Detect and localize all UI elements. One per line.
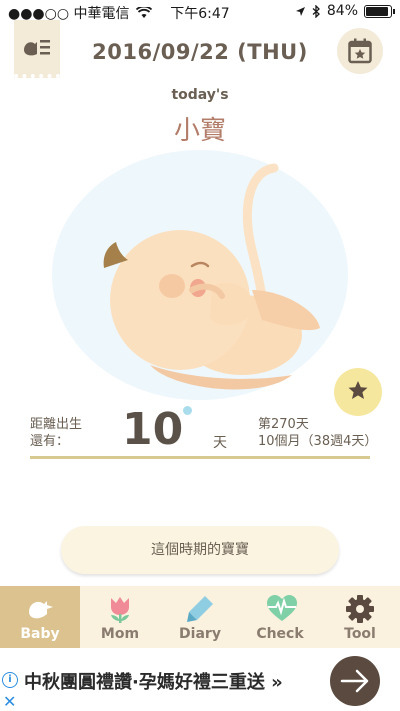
status-bar: ●●●○○ 中華電信 下午6:47 84%	[0, 0, 400, 24]
today-label: today's	[171, 87, 229, 103]
bird-icon	[29, 601, 53, 619]
tulip-icon	[111, 597, 129, 623]
tab-label-baby: Baby	[20, 626, 60, 642]
tab-label-check: Check	[256, 626, 304, 642]
battery-icon	[364, 4, 395, 18]
tab-diary[interactable]: Diary	[160, 586, 240, 648]
tab-baby[interactable]: Baby	[0, 586, 80, 648]
baby-name: 小寶	[173, 116, 226, 146]
tab-label-diary: Diary	[179, 626, 221, 642]
heartbeat-icon	[267, 595, 297, 621]
battery-percent: 84%	[326, 3, 358, 19]
decorative-dot	[183, 406, 192, 415]
ad-text[interactable]: 中秋團圓禮讚·孕媽好禮三重送 »	[24, 668, 283, 694]
calendar-button[interactable]	[337, 28, 383, 74]
ad-arrow-button[interactable]	[330, 656, 380, 706]
bluetooth-icon	[312, 4, 320, 18]
pencil-icon	[187, 596, 213, 622]
favorite-button[interactable]	[334, 368, 382, 416]
divider	[30, 456, 370, 459]
info-icon[interactable]: i	[2, 672, 18, 688]
countdown-label-line2: 還有：	[30, 434, 70, 449]
countdown-label: 距離出生 還有：	[30, 416, 82, 450]
this-period-baby-button[interactable]: 這個時期的寶寶	[61, 526, 339, 574]
days-remaining: 10	[122, 404, 184, 455]
fetus-illustration	[103, 163, 320, 390]
star-icon	[348, 381, 368, 399]
pregnancy-progress: 第270天 10個月（38週4天）	[258, 416, 377, 450]
location-arrow-icon	[295, 6, 305, 16]
close-icon[interactable]: ✕	[3, 692, 16, 711]
tab-label-mom: Mom	[100, 626, 140, 642]
pregnancy-month-week: 10個月（38週4天）	[258, 434, 378, 449]
calendar-star-icon	[348, 38, 372, 64]
tab-label-tool: Tool	[344, 626, 376, 642]
countdown-label-line1: 距離出生	[30, 417, 83, 432]
tab-mom[interactable]: Mom	[80, 586, 160, 648]
arrow-right-icon	[340, 669, 369, 693]
gear-icon	[346, 595, 374, 623]
tab-check[interactable]: Check	[240, 586, 320, 648]
days-unit: 天	[213, 435, 227, 451]
tab-tool[interactable]: Tool	[320, 586, 400, 648]
tab-bar: Baby Mom Diary Check Tool	[0, 586, 400, 648]
pregnancy-day: 第270天	[258, 417, 309, 432]
